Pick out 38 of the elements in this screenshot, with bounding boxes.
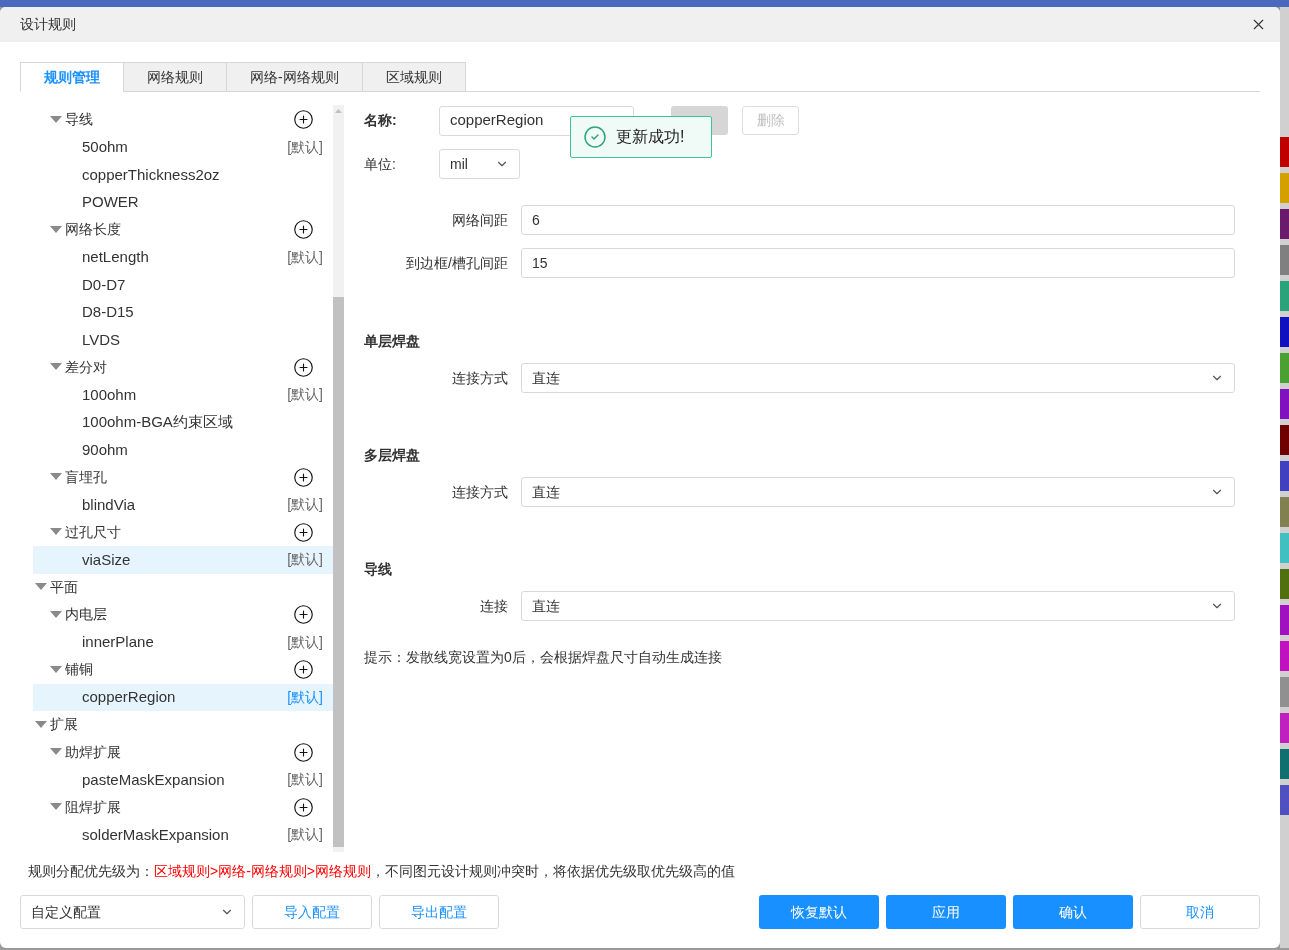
- rule-name: 90ohm: [82, 439, 128, 460]
- rule-name: 100ohm-BGA约束区域: [82, 412, 233, 432]
- default-tag: [默认]: [287, 549, 323, 571]
- field-label: 网络间距: [451, 210, 509, 230]
- default-tag: [默认]: [287, 686, 323, 708]
- unit-label: 单位:: [364, 154, 397, 174]
- rule-name: pasteMaskExpansion: [82, 769, 225, 790]
- section-title: 单层焊盘: [364, 332, 421, 351]
- rule-name: POWER: [82, 192, 139, 212]
- rule-name: LVDS: [82, 329, 121, 350]
- default-tag: [默认]: [287, 631, 323, 653]
- default-tag: [默认]: [287, 384, 323, 406]
- rule-name: solderMaskExpansion: [82, 824, 229, 845]
- rule-name: copperThickness2oz: [82, 164, 220, 185]
- rule-name: D8-D15: [82, 302, 134, 322]
- rule-name: copperRegion: [82, 687, 176, 707]
- field-label: 连接: [479, 596, 509, 616]
- rule-name: netLength: [82, 247, 149, 267]
- default-tag: [默认]: [287, 246, 323, 268]
- default-tag: [默认]: [287, 824, 323, 846]
- field-label: 到边框/槽孔间距: [405, 253, 509, 273]
- rule-name: D0-D7: [82, 274, 126, 295]
- rule-name: innerPlane: [82, 632, 154, 652]
- name-label: 名称:: [364, 111, 398, 130]
- section-title: 多层焊盘: [364, 446, 421, 465]
- rule-name: blindVia: [82, 494, 136, 515]
- priority-note: 规则分配优先级为：区域规则>网络-网络规则>网络规则，不同图元设计规则冲突时，将依据优先级取优先级高的值: [28, 863, 735, 879]
- default-tag: [默认]: [287, 494, 323, 516]
- window-title: 设计规则: [20, 15, 76, 34]
- rule-name: viaSize: [82, 549, 131, 570]
- section-title: 导线: [364, 560, 393, 579]
- rule-name: 100ohm: [82, 384, 137, 405]
- default-tag: [默认]: [287, 769, 323, 791]
- default-tag: [默认]: [287, 136, 323, 158]
- hint-text: 提示：发散线宽设置为0后，会根据焊盘尺寸自动生成连接: [364, 648, 723, 667]
- rule-name: 50ohm: [82, 137, 128, 157]
- field-label: 连接方式: [451, 482, 509, 502]
- field-label: 连接方式: [451, 368, 509, 388]
